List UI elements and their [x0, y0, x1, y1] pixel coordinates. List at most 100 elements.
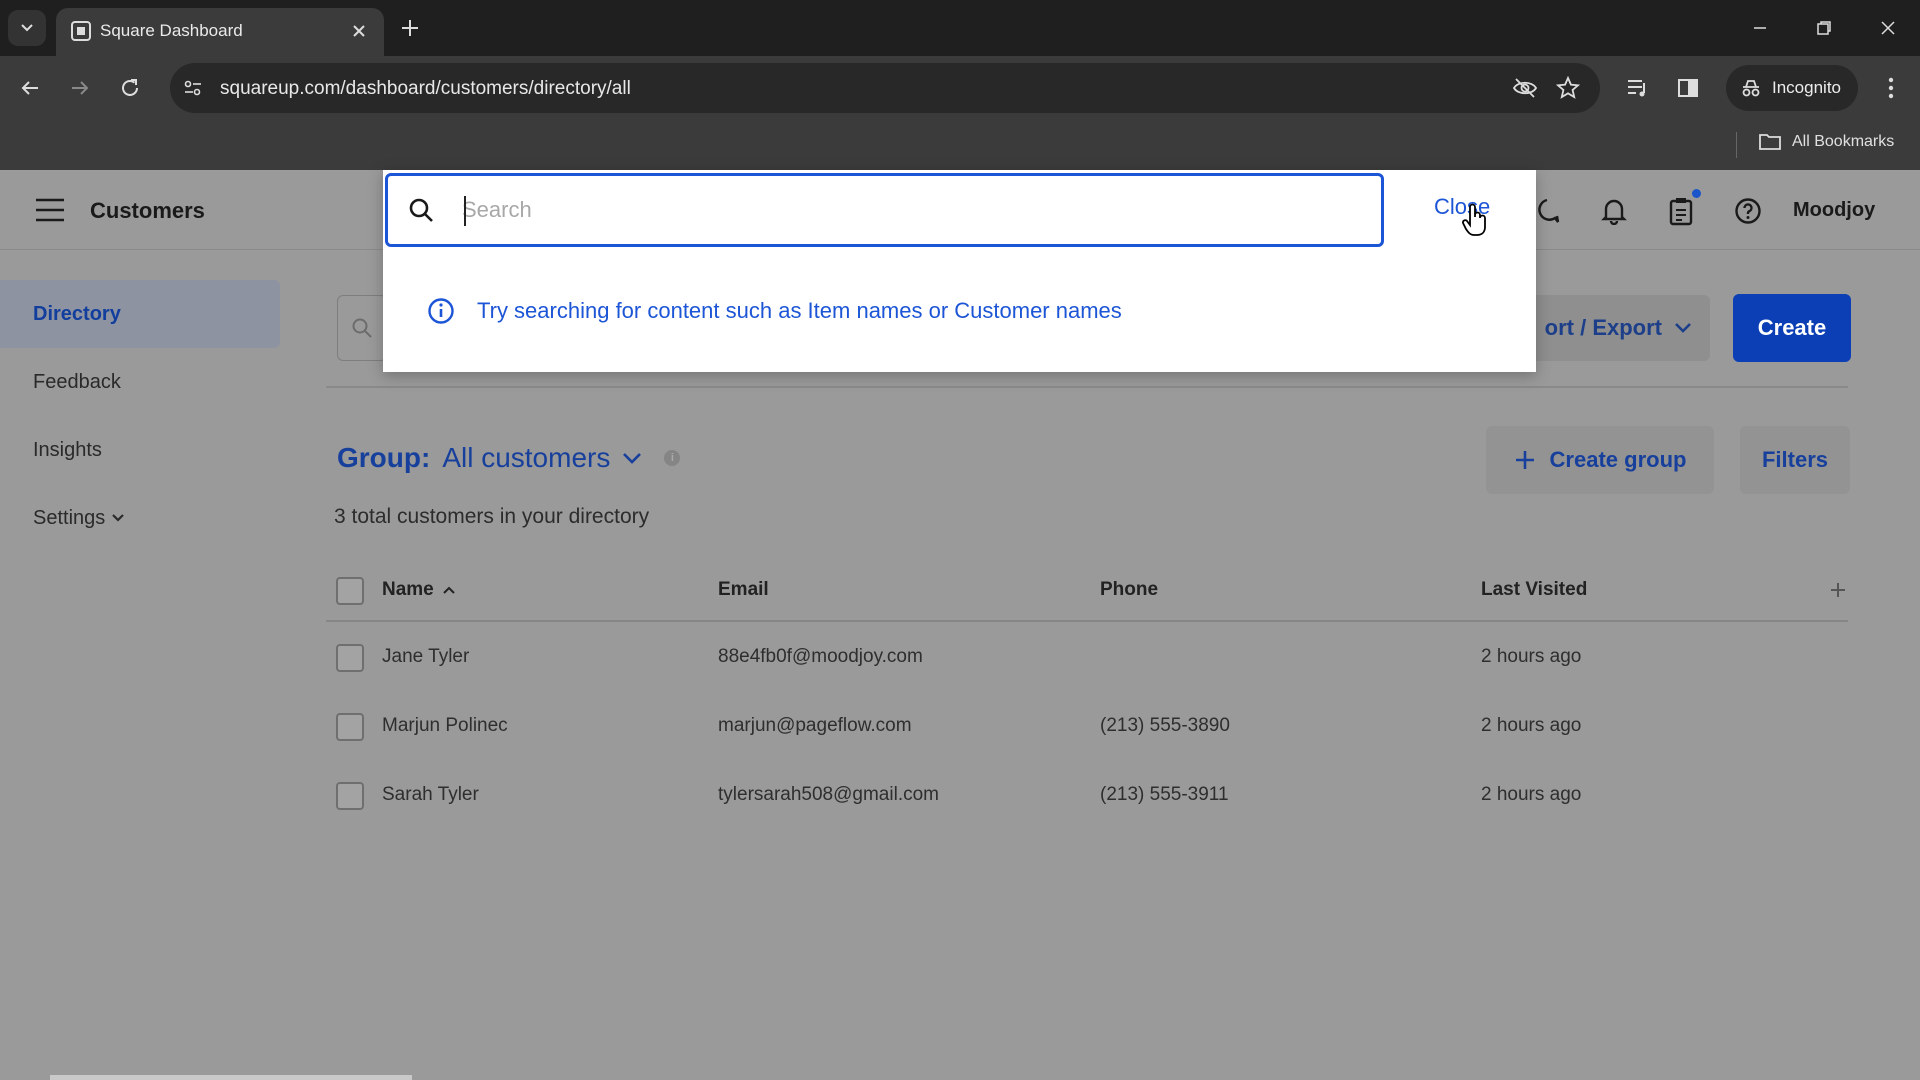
directory-search-input[interactable]	[337, 295, 387, 361]
sort-ascending-icon	[443, 586, 455, 594]
restore-icon	[1817, 21, 1831, 35]
sidebar-item-label: Insights	[33, 438, 102, 461]
bookmarks-separator	[1736, 132, 1737, 158]
customer-last-visited: 2 hours ago	[1481, 784, 1582, 805]
media-controls-button[interactable]	[1622, 72, 1654, 104]
back-button[interactable]	[14, 72, 46, 104]
select-all-checkbox[interactable]	[336, 577, 364, 605]
help-button[interactable]	[1731, 194, 1765, 228]
browser-toolbar: squareup.com/dashboard/customers/directo…	[0, 56, 1920, 120]
tasks-button[interactable]	[1664, 194, 1698, 228]
sidebar-item-directory[interactable]: Directory	[0, 280, 280, 348]
browser-menu-button[interactable]	[1876, 72, 1906, 104]
sidebar-item-insights[interactable]: Insights	[0, 416, 280, 484]
column-header-email: Email	[718, 579, 769, 601]
table-row[interactable]: Jane Tyler 88e4fb0f@moodjoy.com 2 hours …	[326, 624, 1848, 693]
table-row[interactable]: Marjun Polinec marjun@pageflow.com (213)…	[326, 693, 1848, 762]
import-export-label: ort / Export	[1544, 315, 1662, 340]
chevron-down-icon	[1675, 323, 1691, 333]
site-settings-icon[interactable]	[182, 77, 204, 99]
sidebar-item-label: Settings	[33, 506, 106, 529]
browser-tab-strip: Square Dashboard	[0, 0, 1920, 56]
arrow-right-icon	[72, 81, 89, 95]
search-hint: Try searching for content such as Item n…	[427, 297, 1122, 325]
create-group-button[interactable]: Create group	[1486, 426, 1714, 494]
customer-email: marjun@pageflow.com	[718, 715, 912, 736]
menu-icon[interactable]	[34, 196, 66, 224]
global-search-field[interactable]	[385, 173, 1384, 247]
playlist-icon	[1628, 80, 1645, 97]
column-header-name[interactable]: Name	[382, 579, 456, 601]
search-hint-text: Try searching for content such as Item n…	[477, 298, 1122, 323]
customer-name[interactable]: Marjun Polinec	[382, 715, 508, 737]
customer-email: 88e4fb0f@moodjoy.com	[718, 646, 923, 667]
clipboard-icon	[1669, 198, 1693, 226]
close-tab-icon[interactable]	[348, 20, 370, 42]
row-checkbox[interactable]	[336, 782, 364, 810]
hand-pointer-icon	[1462, 203, 1486, 236]
notifications-button[interactable]	[1597, 194, 1631, 228]
customer-last-visited: 2 hours ago	[1481, 715, 1582, 736]
forward-button[interactable]	[64, 72, 96, 104]
group-dropdown[interactable]: All customers	[442, 442, 610, 474]
add-column-icon[interactable]	[1826, 578, 1850, 602]
arrow-left-icon	[21, 81, 38, 95]
more-vertical-icon	[1888, 77, 1894, 99]
group-selector: Group: All customers i	[337, 442, 681, 474]
address-bar[interactable]: squareup.com/dashboard/customers/directo…	[170, 63, 1600, 113]
table-header: Name Email Phone Last Visited	[326, 560, 1848, 622]
customer-count: 3 total customers in your directory	[334, 505, 650, 528]
chevron-down-icon	[112, 514, 125, 522]
column-label: Email	[718, 579, 769, 600]
minimize-icon	[1754, 27, 1766, 29]
eye-off-icon[interactable]	[1512, 76, 1538, 100]
browser-tab-active[interactable]: Square Dashboard	[56, 8, 384, 56]
notification-dot	[1692, 189, 1701, 198]
reload-button[interactable]	[114, 72, 146, 104]
create-button[interactable]: Create	[1733, 294, 1851, 362]
url-text: squareup.com/dashboard/customers/directo…	[220, 78, 631, 99]
sidebar-item-settings[interactable]: Settings	[0, 484, 280, 552]
tab-title: Square Dashboard	[100, 21, 243, 40]
incognito-indicator[interactable]: Incognito	[1726, 65, 1858, 111]
tab-search-button[interactable]	[8, 10, 46, 46]
customer-name[interactable]: Sarah Tyler	[382, 784, 479, 806]
reload-icon	[122, 79, 138, 96]
all-bookmarks-button[interactable]: All Bookmarks	[1758, 132, 1894, 152]
incognito-label: Incognito	[1772, 78, 1841, 97]
close-icon	[1881, 21, 1895, 35]
side-panel-button[interactable]	[1672, 72, 1704, 104]
chevron-down-icon	[21, 24, 33, 32]
customer-last-visited: 2 hours ago	[1481, 646, 1582, 667]
table-row[interactable]: Sarah Tyler tylersarah508@gmail.com (213…	[326, 762, 1848, 831]
star-icon[interactable]	[1556, 76, 1580, 100]
side-panel-icon	[1678, 79, 1698, 97]
bookmarks-bar: All Bookmarks	[0, 120, 1920, 170]
row-checkbox[interactable]	[336, 644, 364, 672]
search-icon	[409, 198, 433, 222]
plus-icon	[1515, 451, 1534, 469]
divider	[326, 386, 1848, 388]
help-icon	[1735, 198, 1761, 224]
incognito-icon	[1742, 80, 1760, 97]
account-menu[interactable]: Moodjoy	[1793, 199, 1875, 222]
filters-button[interactable]: Filters	[1740, 426, 1850, 494]
info-icon	[428, 298, 454, 324]
new-tab-icon[interactable]	[396, 14, 424, 42]
sidebar-item-feedback[interactable]: Feedback	[0, 348, 280, 416]
chevron-down-icon[interactable]	[622, 451, 642, 465]
info-icon[interactable]: i	[664, 450, 681, 466]
square-favicon-icon	[71, 21, 91, 41]
minimize-button[interactable]	[1740, 12, 1780, 44]
close-window-button[interactable]	[1868, 12, 1908, 44]
chat-icon	[1538, 198, 1560, 223]
search-icon	[352, 318, 372, 338]
global-search-input[interactable]	[462, 190, 1342, 230]
customer-name[interactable]: Jane Tyler	[382, 646, 469, 668]
row-checkbox[interactable]	[336, 713, 364, 741]
horizontal-scrollbar[interactable]	[50, 1075, 412, 1080]
restore-button[interactable]	[1804, 12, 1844, 44]
customer-phone: (213) 555-3890	[1100, 715, 1230, 736]
sidebar-item-label: Feedback	[33, 370, 121, 393]
column-header-last-visited: Last Visited	[1481, 579, 1587, 601]
